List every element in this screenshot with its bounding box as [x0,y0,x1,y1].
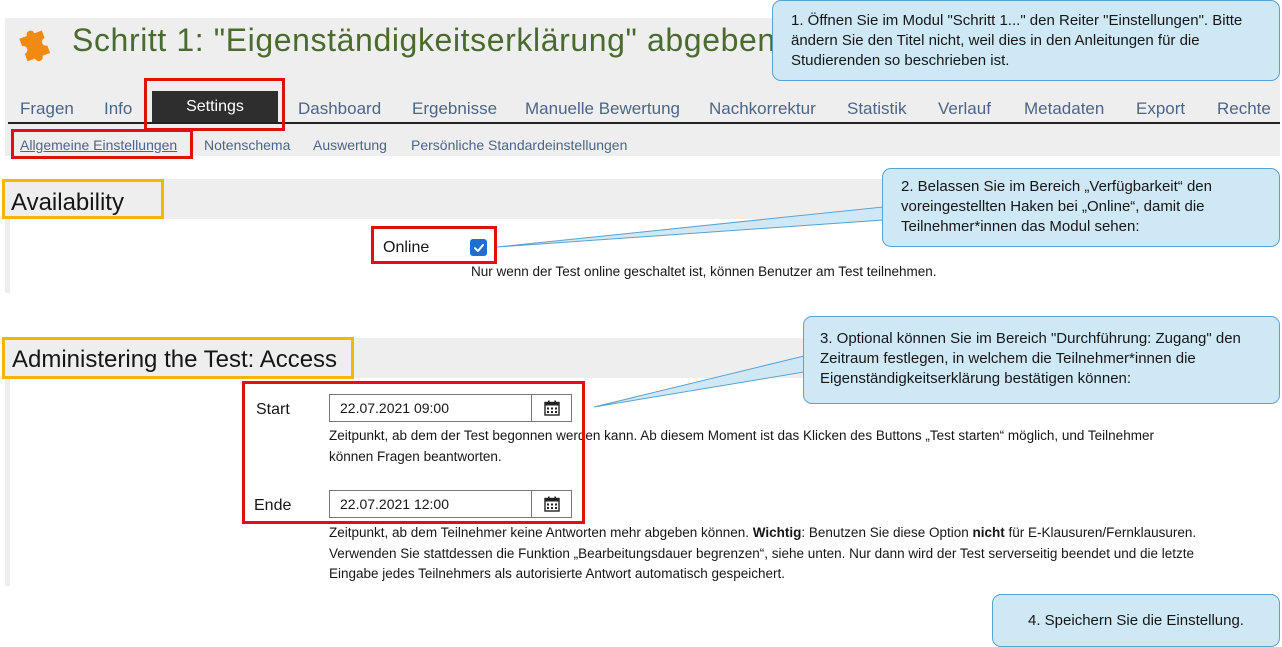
end-help-part-1: Zeitpunkt, ab dem Teilnehmer keine Antwo… [329,525,753,540]
tab-nachkorrektur[interactable]: Nachkorrektur [709,99,816,119]
end-help-part-2: : Benutzen Sie diese Option [801,525,973,540]
annotation-frame-dates [242,381,585,524]
end-help-bold-1: Wichtig [752,525,802,540]
online-help-text: Nur wenn der Test online geschaltet ist,… [471,264,937,279]
callout-step-2: 2. Belassen Sie im Bereich „Verfügbarkei… [882,168,1280,247]
tab-statistik[interactable]: Statistik [847,99,907,119]
callout-step-1: 1. Öffnen Sie im Modul "Schritt 1..." de… [772,0,1280,81]
annotation-frame-availability [2,179,164,219]
tab-manuelle-bewertung[interactable]: Manuelle Bewertung [525,99,680,119]
subtab-persoenliche-standardeinstellungen[interactable]: Persönliche Standardeinstellungen [411,137,627,153]
annotation-frame-online [371,226,497,264]
puzzle-icon [19,30,51,62]
annotation-frame-settings-tab [144,78,285,131]
tab-rechte[interactable]: Rechte [1217,99,1271,119]
end-help-text: Zeitpunkt, ab dem Teilnehmer keine Antwo… [329,523,1199,585]
subtab-auswertung[interactable]: Auswertung [313,137,387,153]
tab-metadaten[interactable]: Metadaten [1024,99,1104,119]
tab-export[interactable]: Export [1136,99,1185,119]
callout-step-3: 3. Optional können Sie im Bereich "Durch… [803,316,1280,404]
annotation-frame-subtab [11,129,193,159]
availability-section-rule [5,219,10,293]
page-title: Schritt 1: "Eigenständigkeitserklärung" … [72,22,776,58]
tab-fragen[interactable]: Fragen [20,99,74,119]
subtab-notenschema[interactable]: Notenschema [204,137,290,153]
tab-ergebnisse[interactable]: Ergebnisse [412,99,497,119]
end-help-bold-2: nicht [972,525,1005,540]
annotation-frame-access [2,337,354,379]
tab-info[interactable]: Info [104,99,132,119]
callout-step-4: 4. Speichern Sie die Einstellung. [992,594,1280,647]
tab-verlauf[interactable]: Verlauf [938,99,991,119]
tab-dashboard[interactable]: Dashboard [298,99,381,119]
access-section-rule [5,378,10,586]
